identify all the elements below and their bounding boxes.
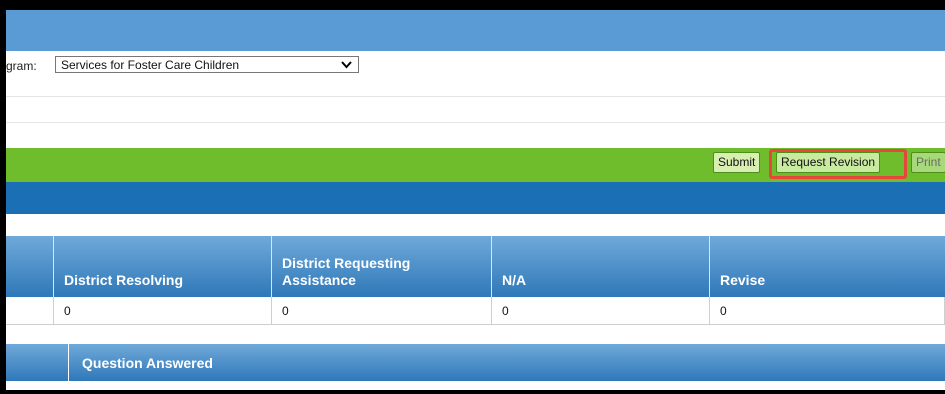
- column-header-district-resolving: District Resolving: [54, 236, 272, 297]
- program-select-value: Services for Foster Care Children: [61, 58, 240, 72]
- program-row: gram: Services for Foster Care Children: [6, 51, 945, 97]
- table-header-cell: [6, 344, 68, 381]
- cell-district-resolving: 0: [54, 297, 272, 325]
- column-header-na: N/A: [492, 236, 710, 297]
- table-cell: [6, 297, 54, 325]
- column-header-question-answered: Question Answered: [69, 344, 945, 381]
- cell-revise: 0: [710, 297, 945, 325]
- chevron-down-icon: [341, 61, 352, 69]
- section-header-bar: [6, 182, 945, 214]
- program-select[interactable]: Services for Foster Care Children: [55, 56, 359, 73]
- summary-table: District Resolving District Requesting A…: [6, 236, 945, 335]
- questions-table: Question Answered: [6, 344, 945, 390]
- action-toolbar: Submit Request Revision Print: [6, 148, 945, 182]
- program-label: gram:: [6, 59, 37, 73]
- empty-row-1: [6, 97, 945, 123]
- highlight-box: [769, 149, 907, 179]
- empty-row-2: [6, 123, 945, 148]
- table-header-cell: [6, 236, 54, 297]
- column-header-district-requesting-assistance: District Requesting Assistance: [272, 236, 492, 297]
- cell-district-requesting-assistance: 0: [272, 297, 492, 325]
- cell-na: 0: [492, 297, 710, 325]
- top-header-bar: [6, 10, 945, 51]
- app-frame: gram: Services for Foster Care Children …: [6, 10, 945, 390]
- column-header-revise: Revise: [710, 236, 945, 297]
- submit-button[interactable]: Submit: [713, 152, 761, 173]
- print-button[interactable]: Print: [911, 152, 945, 173]
